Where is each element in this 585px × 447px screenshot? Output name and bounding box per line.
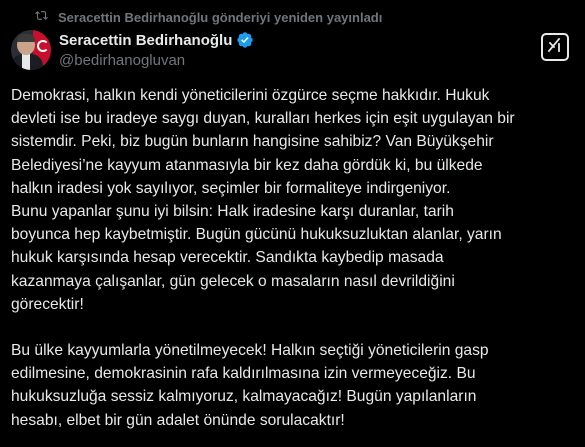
verified-badge-icon[interactable] (236, 31, 254, 49)
repost-icon (34, 9, 58, 25)
post-text: Demokrasi, halkın kendi yöneticilerini ö… (11, 84, 571, 432)
post-paragraph-2: Bu ülke kayyumlarla yönetilmeyecek! Halk… (11, 342, 489, 429)
author-handle[interactable]: @bedirhanogluvan (59, 52, 254, 69)
post-paragraph-1: Demokrasi, halkın kendi yöneticilerini ö… (11, 87, 515, 313)
author-info: Seracettin Bedirhanoğlu @bedirhanogluvan (59, 30, 254, 69)
repost-indicator[interactable]: Seracettin Bedirhanoğlu gönderiyi yenide… (34, 8, 382, 26)
grok-icon (547, 37, 563, 58)
repost-text: Seracettin Bedirhanoğlu gönderiyi yenide… (58, 9, 383, 25)
author-display-name[interactable]: Seracettin Bedirhanoğlu (59, 32, 232, 49)
post-header: Seracettin Bedirhanoğlu @bedirhanogluvan (11, 30, 569, 72)
grok-button[interactable] (541, 33, 569, 61)
avatar[interactable] (11, 30, 51, 70)
